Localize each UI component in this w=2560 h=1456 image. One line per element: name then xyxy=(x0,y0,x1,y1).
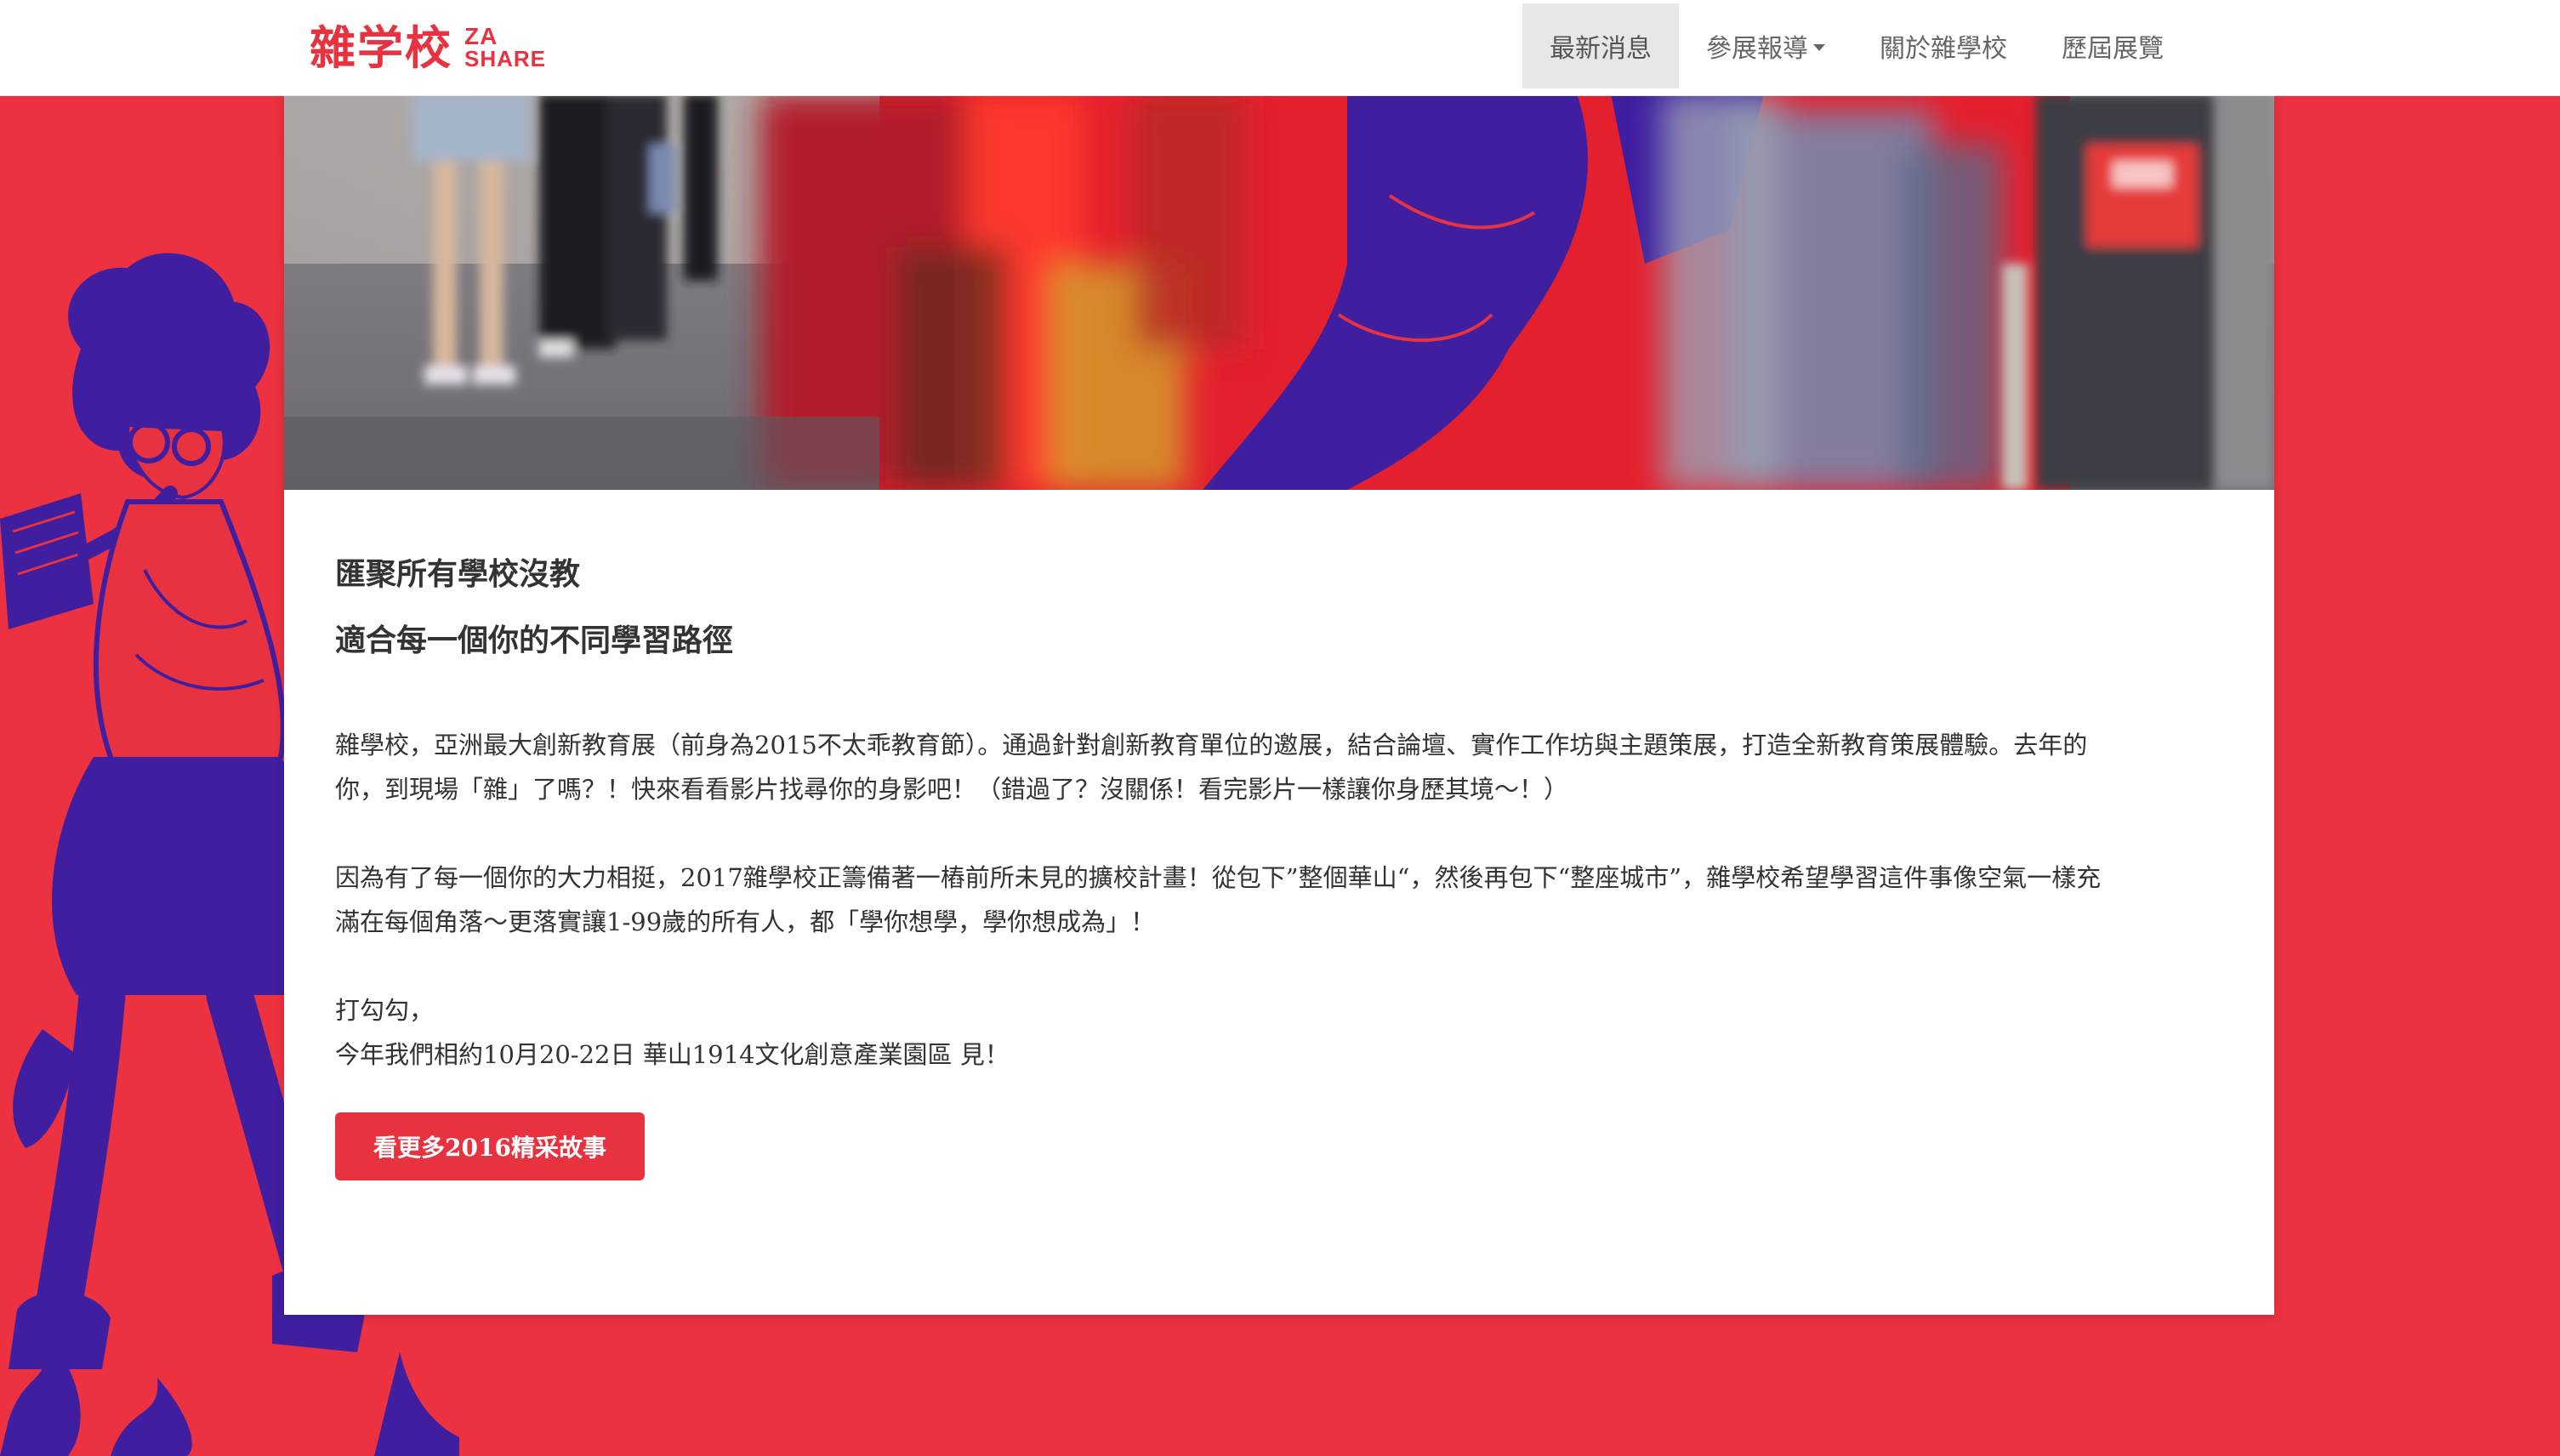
paragraph-invite-line-2: 今年我們相約10月20-22日 華山1914文化創意產業園區 見！ xyxy=(335,1040,1010,1069)
headline-line-1: 匯聚所有學校沒教 xyxy=(335,556,581,592)
more-stories-button[interactable]: 看更多2016精采故事 xyxy=(335,1112,645,1180)
nav-item-past-exhibitions[interactable]: 歷屆展覽 xyxy=(2034,3,2191,88)
nav-item-label: 關於雜學校 xyxy=(1880,34,2007,64)
brand-logo[interactable]: 雜学校 ZA SHARE xyxy=(310,15,546,80)
paragraph-invite: 打勾勾， 今年我們相約10月20-22日 華山1914文化創意產業園區 見！ xyxy=(335,988,2240,1077)
brand-name-latin: ZA SHARE xyxy=(464,23,547,71)
caret-down-icon xyxy=(1813,44,1825,51)
main-nav: 最新消息 參展報導 關於雜學校 歷屆展覽 xyxy=(1522,3,2191,88)
brand-name-cjk: 雜学校 xyxy=(310,20,452,75)
paragraph-plan-line-2: 滿在每個角落～更落實讓1-99歲的所有人，都「學你想學，學你想成為」！ xyxy=(335,907,1156,936)
top-navbar: 雜学校 ZA SHARE 最新消息 參展報導 關於雜學校 歷屆展覽 xyxy=(0,0,2560,96)
article-content: 匯聚所有學校沒教 適合每一個你的不同學習路徑 雜學校，亞洲最大創新教育展（前身為… xyxy=(335,541,2240,1077)
headline-line-2: 適合每一個你的不同學習路徑 xyxy=(335,623,734,658)
brand-latin-line1: ZA xyxy=(464,23,498,50)
nav-item-label: 參展報導 xyxy=(1706,34,1808,64)
nav-item-label: 歷屆展覽 xyxy=(2062,34,2164,64)
paragraph-intro-line-1: 雜學校，亞洲最大創新教育展（前身為2015不太乖教育節）。通過針對創新教育單位的… xyxy=(335,731,2088,759)
paragraph-intro: 雜學校，亞洲最大創新教育展（前身為2015不太乖教育節）。通過針對創新教育單位的… xyxy=(335,723,2240,811)
hero-image xyxy=(284,94,2274,490)
paragraph-plan-line-1: 因為有了每一個你的大力相挺，2017雜學校正籌備著一樁前所未見的擴校計畫！從包下… xyxy=(335,863,2102,892)
nav-item-latest-news[interactable]: 最新消息 xyxy=(1522,3,1679,88)
nav-item-exhibition-reports[interactable]: 參展報導 xyxy=(1679,3,1852,88)
article-card: 匯聚所有學校沒教 適合每一個你的不同學習路徑 雜學校，亞洲最大創新教育展（前身為… xyxy=(284,94,2274,1315)
paragraph-intro-line-2: 你，到現場「雜」了嗎？！快來看看影片找尋你的身影吧！（錯過了？沒關係！看完影片一… xyxy=(335,775,1569,804)
paragraph-plan: 因為有了每一個你的大力相挺，2017雜學校正籌備著一樁前所未見的擴校計畫！從包下… xyxy=(335,856,2240,944)
brand-latin-line2: SHARE xyxy=(464,45,547,71)
nav-item-label: 最新消息 xyxy=(1550,34,1652,64)
nav-item-about[interactable]: 關於雜學校 xyxy=(1852,3,2034,88)
paragraph-invite-line-1: 打勾勾， xyxy=(335,996,435,1025)
